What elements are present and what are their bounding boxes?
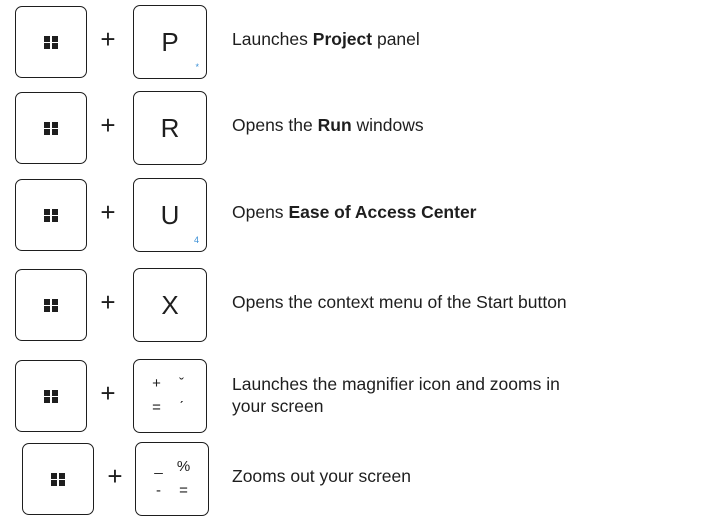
key-letter: R: [160, 113, 180, 143]
shortcut-description: Opens the context menu of the Start butt…: [232, 292, 567, 312]
windows-logo-icon: [44, 389, 58, 403]
windows-logo-icon: [51, 472, 65, 486]
key-subscript: 4: [193, 235, 199, 245]
key-symbol: =: [179, 482, 188, 499]
windows-logo-icon: [44, 298, 58, 312]
plus-sign: +: [100, 378, 116, 408]
key-letter: U: [160, 200, 180, 230]
shortcut-row-magnifier-zoom-in: + + ˇ = ˊ Launches the magnifier icon an…: [0, 356, 713, 436]
windows-key: [15, 92, 87, 164]
windows-logo-icon: [44, 208, 58, 222]
plus-sign: +: [100, 197, 116, 227]
key-symbols: + ˇ = ˊ: [144, 372, 194, 420]
shortcut-description: Opens Ease of Access Center: [232, 202, 477, 222]
key-symbol: -: [156, 482, 161, 499]
key-symbol: %: [176, 458, 191, 475]
windows-logo-icon: [44, 35, 58, 49]
key-subscript: *: [195, 62, 199, 72]
shortcut-row-ease-of-access: + U 4 Opens Ease of Access Center: [0, 175, 713, 255]
plus-sign: +: [100, 110, 116, 140]
key-symbol: =: [152, 399, 161, 416]
shortcut-description: Opens the Run windows: [232, 115, 424, 135]
shortcut-row-run: + R Opens the Run windows: [0, 88, 713, 168]
p-key: P *: [133, 5, 207, 79]
shortcut-row-project: + P * Launches Project panel: [0, 2, 713, 82]
shortcut-description: Launches the magnifier icon and zooms in…: [232, 374, 560, 416]
plus-sign: +: [107, 461, 123, 491]
windows-logo-icon: [44, 121, 58, 135]
x-key: X: [133, 268, 207, 342]
key-letter: P: [161, 27, 179, 57]
key-symbol: +: [152, 375, 161, 392]
windows-key: [15, 360, 87, 432]
plus-sign: +: [100, 287, 116, 317]
plus-sign: +: [100, 24, 116, 54]
key-symbols: _ % - =: [146, 455, 196, 503]
key-letter: X: [161, 290, 179, 320]
plus-equals-key: + ˇ = ˊ: [133, 359, 207, 433]
u-key: U 4: [133, 178, 207, 252]
windows-key: [22, 443, 94, 515]
shortcut-description: Zooms out your screen: [232, 466, 411, 486]
description-bold: Run: [317, 115, 352, 135]
minus-key: _ % - =: [135, 442, 209, 516]
windows-key: [15, 6, 87, 78]
r-key: R: [133, 91, 207, 165]
shortcut-description: Launches Project panel: [232, 29, 420, 49]
windows-key: [15, 269, 87, 341]
description-bold: Ease of Access Center: [288, 202, 477, 222]
windows-key: [15, 179, 87, 251]
key-symbol: ˇ: [179, 375, 184, 392]
key-symbol: _: [154, 458, 163, 475]
shortcut-row-zoom-out: + _ % - = Zooms out your screen: [0, 439, 713, 519]
key-symbol: ˊ: [179, 399, 184, 416]
description-bold: Project: [312, 29, 373, 49]
shortcut-row-context-menu: + X Opens the context menu of the Start …: [0, 265, 713, 345]
